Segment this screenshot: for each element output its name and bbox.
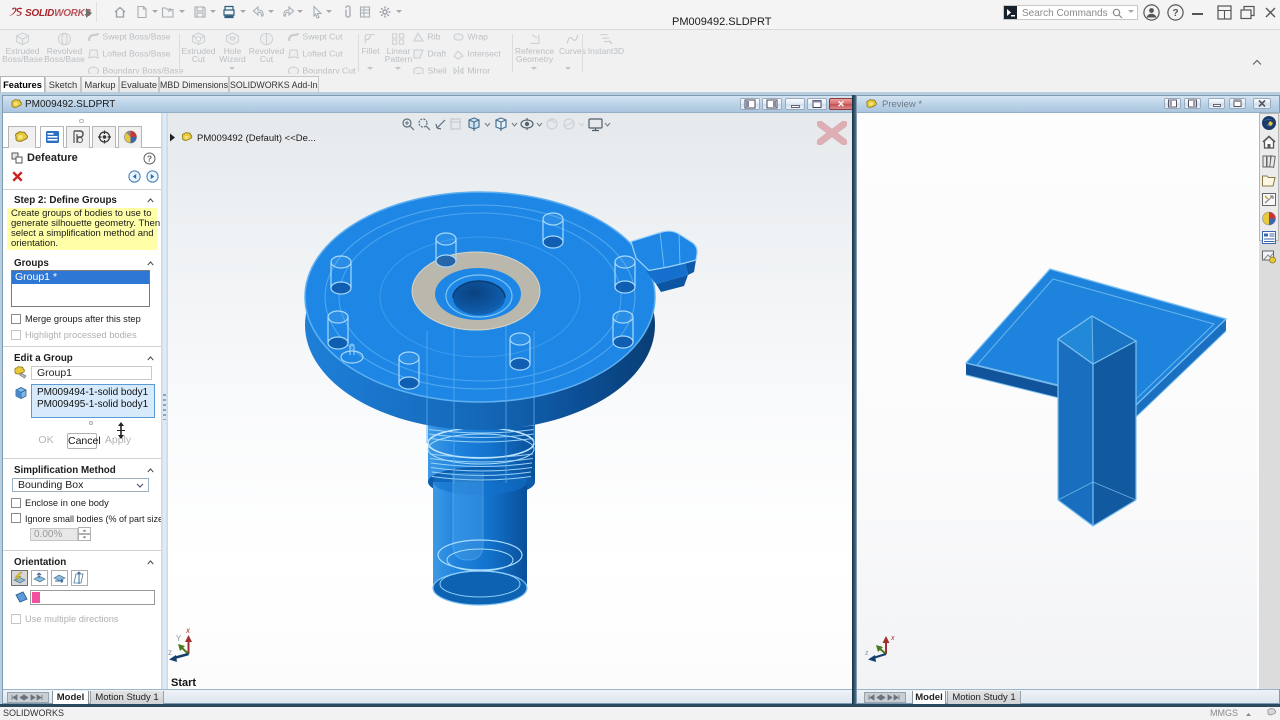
svg-text:?: ? [147,154,152,164]
svg-text:x: x [185,626,191,635]
svg-text:?: ? [1172,8,1178,19]
svg-text:Y: Y [176,634,182,643]
svg-text:x: x [890,635,895,642]
svg-text:z: z [168,648,172,657]
svg-text:z: z [865,650,869,657]
